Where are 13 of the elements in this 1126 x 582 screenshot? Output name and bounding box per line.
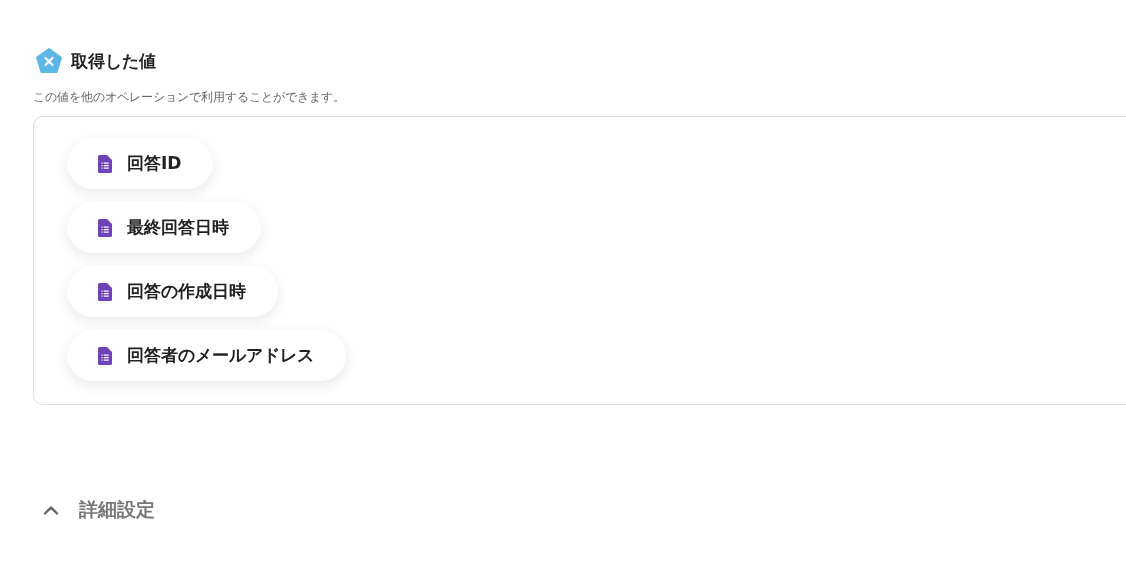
section-description: この値を他のオペレーションで利用することができます。 <box>33 89 346 106</box>
form-document-icon <box>98 154 112 173</box>
form-document-icon <box>98 218 112 237</box>
section-title: 取得した値 <box>71 49 156 73</box>
form-document-icon <box>98 346 112 365</box>
advanced-settings-toggle[interactable]: 詳細設定 <box>33 497 155 523</box>
x-badge-icon <box>35 47 63 75</box>
value-chip[interactable]: 回答ID <box>67 138 214 189</box>
form-document-icon <box>98 282 112 301</box>
value-chip[interactable]: 回答の作成日時 <box>67 266 278 317</box>
value-chip[interactable]: 回答者のメールアドレス <box>67 330 346 381</box>
chevron-up-icon <box>43 505 59 515</box>
value-chip[interactable]: 最終回答日時 <box>67 202 261 253</box>
